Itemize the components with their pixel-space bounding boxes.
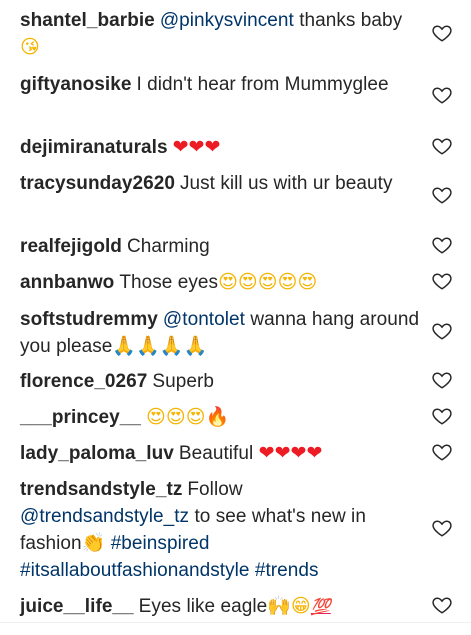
- comment-username[interactable]: annbanwo: [20, 272, 114, 293]
- comment-item: shantel_barbie @pinkysvincent thanks baby…: [20, 7, 420, 61]
- comment-item: giftyanosike I didn't hear from Mummyglee: [20, 71, 420, 98]
- comment-username[interactable]: ___princey__: [20, 407, 141, 428]
- comment-text: Superb: [152, 371, 214, 392]
- comment-item: trendsandstyle_tz Follow @trendsandstyle_t…: [20, 476, 420, 584]
- like-heart-icon[interactable]: [431, 22, 453, 44]
- comment-username[interactable]: florence_0267: [20, 371, 147, 392]
- comment-text: Follow: [187, 479, 243, 500]
- heart-eyes-emoji-icon: 😍😍😍: [146, 406, 206, 428]
- like-heart-icon[interactable]: [431, 270, 453, 292]
- comment-item: tracysunday2620 Just kill us with ur beau…: [20, 170, 420, 197]
- heart-eyes-emoji-icon: 😍😍😍😍😍: [218, 271, 318, 293]
- comment-username[interactable]: dejimiranaturals: [20, 137, 168, 158]
- like-heart-icon[interactable]: [431, 84, 453, 106]
- comment-text: I didn't hear from Mummyglee: [136, 74, 389, 95]
- like-heart-icon[interactable]: [431, 135, 453, 157]
- comment-item: annbanwo Those eyes😍😍😍😍😍: [20, 269, 420, 296]
- clap-emoji-icon: 👏: [81, 532, 106, 554]
- comment-item: softstudremmy @tontolet wanna hang around…: [20, 306, 420, 360]
- like-heart-icon[interactable]: [431, 320, 453, 342]
- like-heart-icon[interactable]: [431, 441, 453, 463]
- comment-username[interactable]: juice__life__: [20, 596, 134, 617]
- comment-item: juice__life__ Eyes like eagle🙌😁💯: [20, 593, 420, 621]
- kiss-emoji-icon: 😘: [20, 36, 40, 58]
- like-heart-icon[interactable]: [431, 405, 453, 427]
- comment-item: dejimiranaturals ❤❤❤: [20, 134, 420, 161]
- hashtag-link[interactable]: #itsallaboutfashionandstyle: [20, 560, 250, 581]
- like-heart-icon[interactable]: [431, 369, 453, 391]
- comment-text: Charming: [126, 236, 210, 257]
- comment-item: lady_paloma_luv Beautiful ❤❤❤❤: [20, 440, 420, 467]
- hashtag-link[interactable]: #trends: [255, 560, 319, 581]
- red-heart-emoji-icon: ❤❤❤: [172, 136, 221, 158]
- comment-mention[interactable]: @tontolet: [163, 309, 245, 330]
- red-heart-emoji-icon: ❤❤❤❤: [258, 442, 323, 464]
- hundred-emoji-icon: 💯: [310, 599, 331, 616]
- comment-item: florence_0267 Superb: [20, 368, 420, 395]
- comment-username[interactable]: giftyanosike: [20, 74, 131, 95]
- comment-item: ___princey__ 😍😍😍🔥: [20, 404, 420, 431]
- comment-mention[interactable]: @trendsandstyle_tz: [20, 506, 189, 527]
- comment-text: thanks baby: [293, 10, 403, 31]
- comment-text: Just kill us with ur beauty: [179, 173, 393, 194]
- comment-username[interactable]: lady_paloma_luv: [20, 443, 174, 464]
- comment-mention[interactable]: @pinkysvincent: [160, 10, 294, 31]
- comment-text: Eyes like eagle: [138, 596, 268, 617]
- pray-emoji-icon: 🙏🙏🙏🙏: [112, 335, 208, 357]
- raised-hands-emoji-icon: 🙌😁: [267, 595, 311, 617]
- comment-username[interactable]: shantel_barbie: [20, 10, 155, 31]
- fire-emoji-icon: 🔥: [205, 406, 230, 428]
- comment-username[interactable]: trendsandstyle_tz: [20, 479, 182, 500]
- like-heart-icon[interactable]: [431, 594, 453, 616]
- comment-item: realfejigold Charming: [20, 233, 420, 260]
- like-heart-icon[interactable]: [431, 517, 453, 539]
- divider: [0, 622, 471, 623]
- comment-username[interactable]: tracysunday2620: [20, 173, 175, 194]
- comment-username[interactable]: softstudremmy: [20, 309, 158, 330]
- comment-username[interactable]: realfejigold: [20, 236, 122, 257]
- like-heart-icon[interactable]: [431, 234, 453, 256]
- comment-text: Those eyes: [119, 272, 219, 293]
- hashtag-link[interactable]: #beinspired: [111, 533, 210, 554]
- comment-text: Beautiful: [178, 443, 259, 464]
- like-heart-icon[interactable]: [431, 184, 453, 206]
